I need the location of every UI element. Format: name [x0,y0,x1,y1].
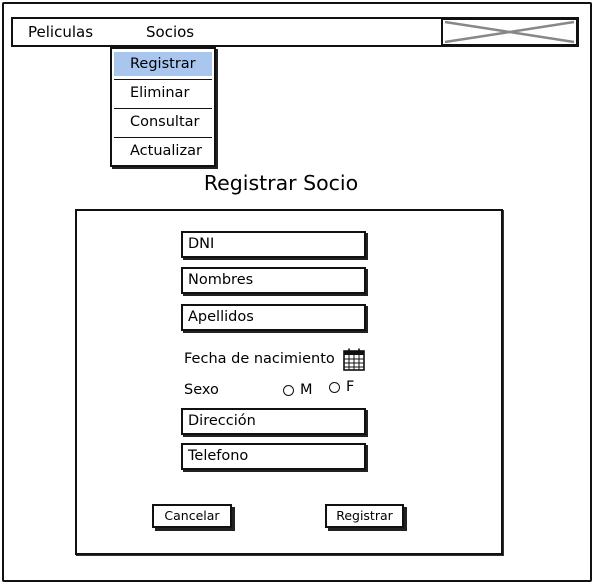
sexo-f-label: F [346,379,355,395]
telefono-field[interactable]: Telefono [181,443,366,470]
dropdown-item-actualizar[interactable]: Actualizar [114,139,212,163]
fecha-nacimiento-label: Fecha de nacimiento [184,351,335,367]
dropdown-divider [114,79,212,80]
dropdown-item-registrar[interactable]: Registrar [114,52,212,76]
dropdown-divider [114,108,212,109]
dropdown-item-consultar[interactable]: Consultar [114,110,212,134]
dropdown-item-eliminar[interactable]: Eliminar [114,81,212,105]
nombres-field[interactable]: Nombres [181,267,366,294]
socios-dropdown-menu: Registrar Eliminar Consultar Actualizar [110,47,216,167]
calendar-icon[interactable] [342,347,366,372]
dni-field[interactable]: DNI [181,231,366,258]
dropdown-divider [114,137,212,138]
direccion-field[interactable]: Dirección [181,408,366,435]
cancel-button[interactable]: Cancelar [152,504,232,528]
sexo-label: Sexo [184,382,219,398]
sexo-m-radio[interactable] [283,385,294,396]
page-title: Registrar Socio [203,171,359,195]
menu-item-socios[interactable]: Socios [146,23,194,41]
form-panel [75,209,503,555]
registrar-button[interactable]: Registrar [325,504,404,528]
apellidos-field[interactable]: Apellidos [181,304,366,331]
image-placeholder-icon [441,18,578,46]
sexo-f-radio[interactable] [329,382,340,393]
menu-item-peliculas[interactable]: Peliculas [28,23,93,41]
sexo-m-label: M [300,382,313,398]
